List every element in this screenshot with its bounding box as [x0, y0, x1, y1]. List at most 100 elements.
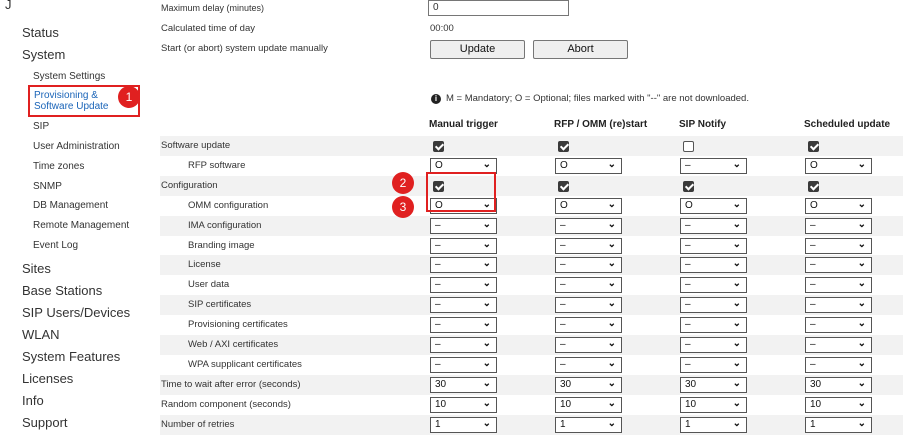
- sidebar-item-user-administration[interactable]: User Administration: [33, 141, 120, 152]
- dropdown-select[interactable]: – ⌄: [430, 297, 497, 313]
- chevron-down-icon: ⌄: [857, 219, 866, 230]
- dropdown-select[interactable]: – ⌄: [680, 337, 747, 353]
- sidebar-item-base-stations[interactable]: Base Stations: [22, 283, 102, 298]
- dropdown-select[interactable]: O ⌄: [805, 158, 872, 174]
- dropdown-select[interactable]: – ⌄: [555, 317, 622, 333]
- chevron-down-icon: ⌄: [607, 318, 616, 329]
- dropdown-select[interactable]: – ⌄: [680, 257, 747, 273]
- dropdown-select[interactable]: – ⌄: [430, 337, 497, 353]
- dropdown-select[interactable]: 10 ⌄: [430, 397, 497, 413]
- dropdown-select[interactable]: 1 ⌄: [805, 417, 872, 433]
- dropdown-select[interactable]: 30 ⌄: [430, 377, 497, 393]
- dropdown-value: –: [560, 299, 566, 310]
- checkbox[interactable]: [683, 181, 694, 192]
- dropdown-select[interactable]: – ⌄: [805, 297, 872, 313]
- dropdown-value: 10: [810, 399, 822, 410]
- dropdown-select[interactable]: – ⌄: [680, 297, 747, 313]
- sidebar-item-system[interactable]: System: [22, 47, 65, 62]
- sidebar-item-support[interactable]: Support: [22, 415, 68, 430]
- dropdown-select[interactable]: – ⌄: [555, 277, 622, 293]
- chevron-down-icon: ⌄: [857, 199, 866, 210]
- sidebar-item-time-zones[interactable]: Time zones: [33, 161, 84, 172]
- chevron-down-icon: ⌄: [607, 219, 616, 230]
- sidebar-item-wlan[interactable]: WLAN: [22, 327, 60, 342]
- dropdown-select[interactable]: – ⌄: [680, 158, 747, 174]
- chevron-down-icon: ⌄: [607, 239, 616, 250]
- dropdown-select[interactable]: O ⌄: [555, 158, 622, 174]
- dropdown-select[interactable]: – ⌄: [805, 277, 872, 293]
- checkbox[interactable]: [808, 181, 819, 192]
- sidebar-item-db-management[interactable]: DB Management: [33, 200, 108, 211]
- max-delay-input[interactable]: 0: [428, 0, 569, 16]
- checkbox[interactable]: [558, 141, 569, 152]
- dropdown-select[interactable]: – ⌄: [555, 337, 622, 353]
- dropdown-select[interactable]: O ⌄: [555, 198, 622, 214]
- dropdown-select[interactable]: – ⌄: [555, 218, 622, 234]
- dropdown-select[interactable]: – ⌄: [555, 357, 622, 373]
- dropdown-select[interactable]: – ⌄: [430, 317, 497, 333]
- dropdown-select[interactable]: 1 ⌄: [680, 417, 747, 433]
- dropdown-select[interactable]: 1 ⌄: [430, 417, 497, 433]
- checkbox[interactable]: [683, 141, 694, 152]
- sidebar-item-licenses[interactable]: Licenses: [22, 371, 73, 386]
- sidebar-item-status[interactable]: Status: [22, 25, 59, 40]
- chevron-down-icon: ⌄: [857, 378, 866, 389]
- dropdown-select[interactable]: 30 ⌄: [680, 377, 747, 393]
- checkbox[interactable]: [433, 141, 444, 152]
- dropdown-select[interactable]: – ⌄: [555, 238, 622, 254]
- dropdown-select[interactable]: 10 ⌄: [680, 397, 747, 413]
- checkbox[interactable]: [558, 181, 569, 192]
- sidebar-item-system-features[interactable]: System Features: [22, 349, 120, 364]
- sidebar-item-sip[interactable]: SIP: [33, 121, 49, 132]
- dropdown-select[interactable]: O ⌄: [680, 198, 747, 214]
- dropdown-select[interactable]: 10 ⌄: [805, 397, 872, 413]
- dropdown-select[interactable]: 30 ⌄: [555, 377, 622, 393]
- sidebar-item-snmp[interactable]: SNMP: [33, 181, 62, 192]
- dropdown-select[interactable]: – ⌄: [805, 257, 872, 273]
- dropdown-select[interactable]: 1 ⌄: [555, 417, 622, 433]
- dropdown-select[interactable]: – ⌄: [805, 238, 872, 254]
- dropdown-select[interactable]: – ⌄: [680, 317, 747, 333]
- dropdown-select[interactable]: – ⌄: [805, 317, 872, 333]
- dropdown-select[interactable]: – ⌄: [680, 218, 747, 234]
- dropdown-value: –: [810, 359, 816, 370]
- callout-badge-2: 2: [392, 172, 414, 194]
- chevron-down-icon: ⌄: [857, 258, 866, 269]
- abort-button[interactable]: Abort: [533, 40, 628, 59]
- dropdown-select[interactable]: – ⌄: [680, 277, 747, 293]
- sidebar-item-event-log[interactable]: Event Log: [33, 240, 78, 251]
- chevron-down-icon: ⌄: [732, 278, 741, 289]
- dropdown-select[interactable]: – ⌄: [805, 218, 872, 234]
- dropdown-select[interactable]: – ⌄: [805, 337, 872, 353]
- dropdown-select[interactable]: O ⌄: [805, 198, 872, 214]
- chevron-down-icon: ⌄: [732, 358, 741, 369]
- update-button[interactable]: Update: [430, 40, 525, 59]
- dropdown-value: –: [685, 259, 691, 270]
- dropdown-select[interactable]: – ⌄: [430, 257, 497, 273]
- dropdown-select[interactable]: – ⌄: [680, 238, 747, 254]
- sidebar-item-sites[interactable]: Sites: [22, 261, 51, 276]
- dropdown-select[interactable]: – ⌄: [680, 357, 747, 373]
- dropdown-select[interactable]: – ⌄: [430, 238, 497, 254]
- chevron-down-icon: ⌄: [857, 398, 866, 409]
- dropdown-select[interactable]: – ⌄: [555, 257, 622, 273]
- dropdown-select[interactable]: – ⌄: [430, 277, 497, 293]
- sidebar-item-system-settings[interactable]: System Settings: [33, 71, 105, 82]
- chevron-down-icon: ⌄: [732, 298, 741, 309]
- dropdown-value: –: [560, 339, 566, 350]
- dropdown-select[interactable]: – ⌄: [555, 297, 622, 313]
- dropdown-select[interactable]: – ⌄: [430, 218, 497, 234]
- sidebar-item-remote-management[interactable]: Remote Management: [33, 220, 129, 231]
- chevron-down-icon: ⌄: [482, 358, 491, 369]
- chevron-down-icon: ⌄: [482, 338, 491, 349]
- dropdown-select[interactable]: 10 ⌄: [555, 397, 622, 413]
- sidebar-item-info[interactable]: Info: [22, 393, 44, 408]
- dropdown-value: –: [810, 299, 816, 310]
- chevron-down-icon: ⌄: [482, 258, 491, 269]
- checkbox[interactable]: [808, 141, 819, 152]
- dropdown-select[interactable]: – ⌄: [805, 357, 872, 373]
- dropdown-select[interactable]: – ⌄: [430, 357, 497, 373]
- row-shade: [160, 216, 903, 236]
- sidebar-item-sip-users-devices[interactable]: SIP Users/Devices: [22, 305, 130, 320]
- dropdown-select[interactable]: 30 ⌄: [805, 377, 872, 393]
